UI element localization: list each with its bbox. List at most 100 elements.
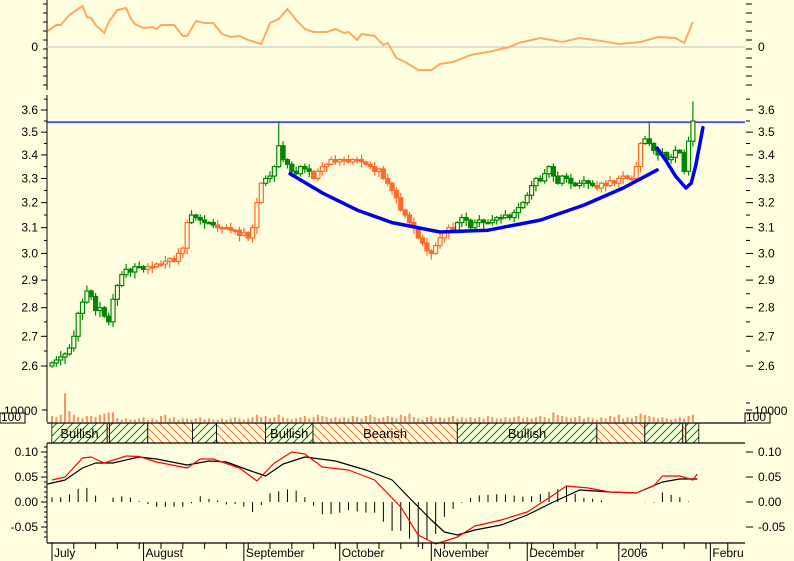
- candle: [119, 271, 125, 288]
- candle-body: [677, 149, 683, 154]
- candle: [533, 177, 539, 192]
- band-segment-bull: [108, 422, 149, 444]
- price-tick-label-left: 3.5: [21, 125, 38, 139]
- volume-bar: [434, 418, 437, 422]
- candle: [249, 224, 256, 243]
- candle: [140, 265, 147, 273]
- volume-bar: [596, 419, 598, 422]
- candle-body: [162, 260, 168, 265]
- volume-bar: [203, 419, 206, 422]
- candle: [563, 172, 570, 183]
- band-segment-bull: [192, 422, 218, 444]
- oscillator-pane: 00: [31, 0, 765, 90]
- band-segment-bear: [216, 422, 266, 444]
- month-label: November: [433, 546, 488, 560]
- stock-chart: 00 2.6 2.62.7 2.72.8 2.82.9 2.93.0 3.03.1 3.13…: [0, 0, 788, 561]
- candle-body: [646, 138, 652, 145]
- volume-bar: [68, 411, 71, 422]
- candle-body: [550, 166, 557, 177]
- candle-body: [236, 229, 243, 236]
- candle-body: [132, 266, 138, 273]
- candle: [58, 351, 64, 366]
- candle-body: [337, 159, 343, 163]
- candle-body: [210, 221, 216, 226]
- volume-bar: [98, 414, 101, 422]
- volume-bar: [456, 418, 459, 422]
- volume-bar: [517, 416, 520, 422]
- volume-bar: [356, 417, 359, 422]
- candle-body: [101, 307, 107, 317]
- candle: [149, 261, 155, 274]
- candle: [376, 167, 382, 178]
- volume-bar: [264, 416, 267, 422]
- candle: [267, 171, 273, 183]
- volume-bar: [251, 417, 254, 422]
- candle: [576, 180, 583, 189]
- candle-body: [511, 211, 517, 219]
- volume-bar: [238, 418, 241, 422]
- candle: [341, 156, 347, 166]
- candle-body: [481, 219, 487, 224]
- candle: [467, 218, 474, 230]
- volume-bar: [582, 418, 585, 422]
- candle: [502, 210, 509, 220]
- price-tick-label-left: 3.4: [21, 148, 38, 162]
- candle: [528, 180, 535, 200]
- volume-bar: [142, 417, 145, 422]
- candle: [324, 162, 330, 173]
- candle-body: [685, 140, 692, 172]
- candle: [219, 226, 225, 234]
- macd-tick-label-right: 0.10: [758, 445, 782, 459]
- candle: [62, 352, 68, 365]
- candle: [672, 145, 679, 163]
- candle: [158, 260, 164, 268]
- candle: [559, 174, 565, 187]
- candle: [167, 257, 173, 268]
- candle-body: [149, 266, 155, 269]
- candle: [498, 214, 504, 224]
- candle-body: [367, 163, 373, 168]
- volume-bar: [504, 417, 507, 422]
- candle: [437, 232, 443, 249]
- volume-bar: [378, 418, 380, 422]
- candle-body: [607, 180, 613, 187]
- candle-body: [585, 180, 591, 184]
- candle-body: [215, 224, 221, 229]
- volume-bar: [160, 416, 162, 422]
- volume-bar: [273, 417, 276, 422]
- candle-body: [202, 219, 208, 224]
- candle-body: [515, 206, 522, 214]
- candle-body: [62, 353, 68, 358]
- candle-body: [393, 189, 400, 199]
- candle-body: [223, 227, 229, 230]
- volume-bar: [269, 418, 271, 422]
- candle: [280, 141, 286, 163]
- candle: [511, 209, 517, 223]
- candle-body: [219, 227, 225, 230]
- candle-body: [629, 177, 635, 181]
- volume-bar: [565, 417, 568, 422]
- candle: [572, 181, 578, 188]
- volume-bar: [72, 414, 75, 422]
- candle-body: [467, 219, 474, 229]
- volume-bar: [465, 418, 468, 422]
- volume-bar: [173, 417, 176, 422]
- candle-body: [280, 145, 286, 161]
- candle: [542, 168, 548, 184]
- candle: [284, 158, 291, 169]
- candle-body: [276, 145, 282, 168]
- price-tick-label-right: 3.1: [758, 221, 775, 235]
- candle: [75, 311, 81, 342]
- candle-body: [420, 237, 426, 244]
- candle: [598, 181, 604, 193]
- volume-bar: [430, 416, 433, 422]
- volume-bar: [382, 417, 385, 422]
- volume-bar: [574, 417, 577, 422]
- volume-bar: [678, 417, 681, 422]
- volume-bar: [112, 412, 115, 422]
- volume-bar: [299, 417, 302, 422]
- candle-body: [158, 263, 164, 266]
- candle: [555, 171, 561, 185]
- volume-scale-box-label-left: 100: [1, 410, 21, 424]
- volume-bar: [207, 418, 210, 422]
